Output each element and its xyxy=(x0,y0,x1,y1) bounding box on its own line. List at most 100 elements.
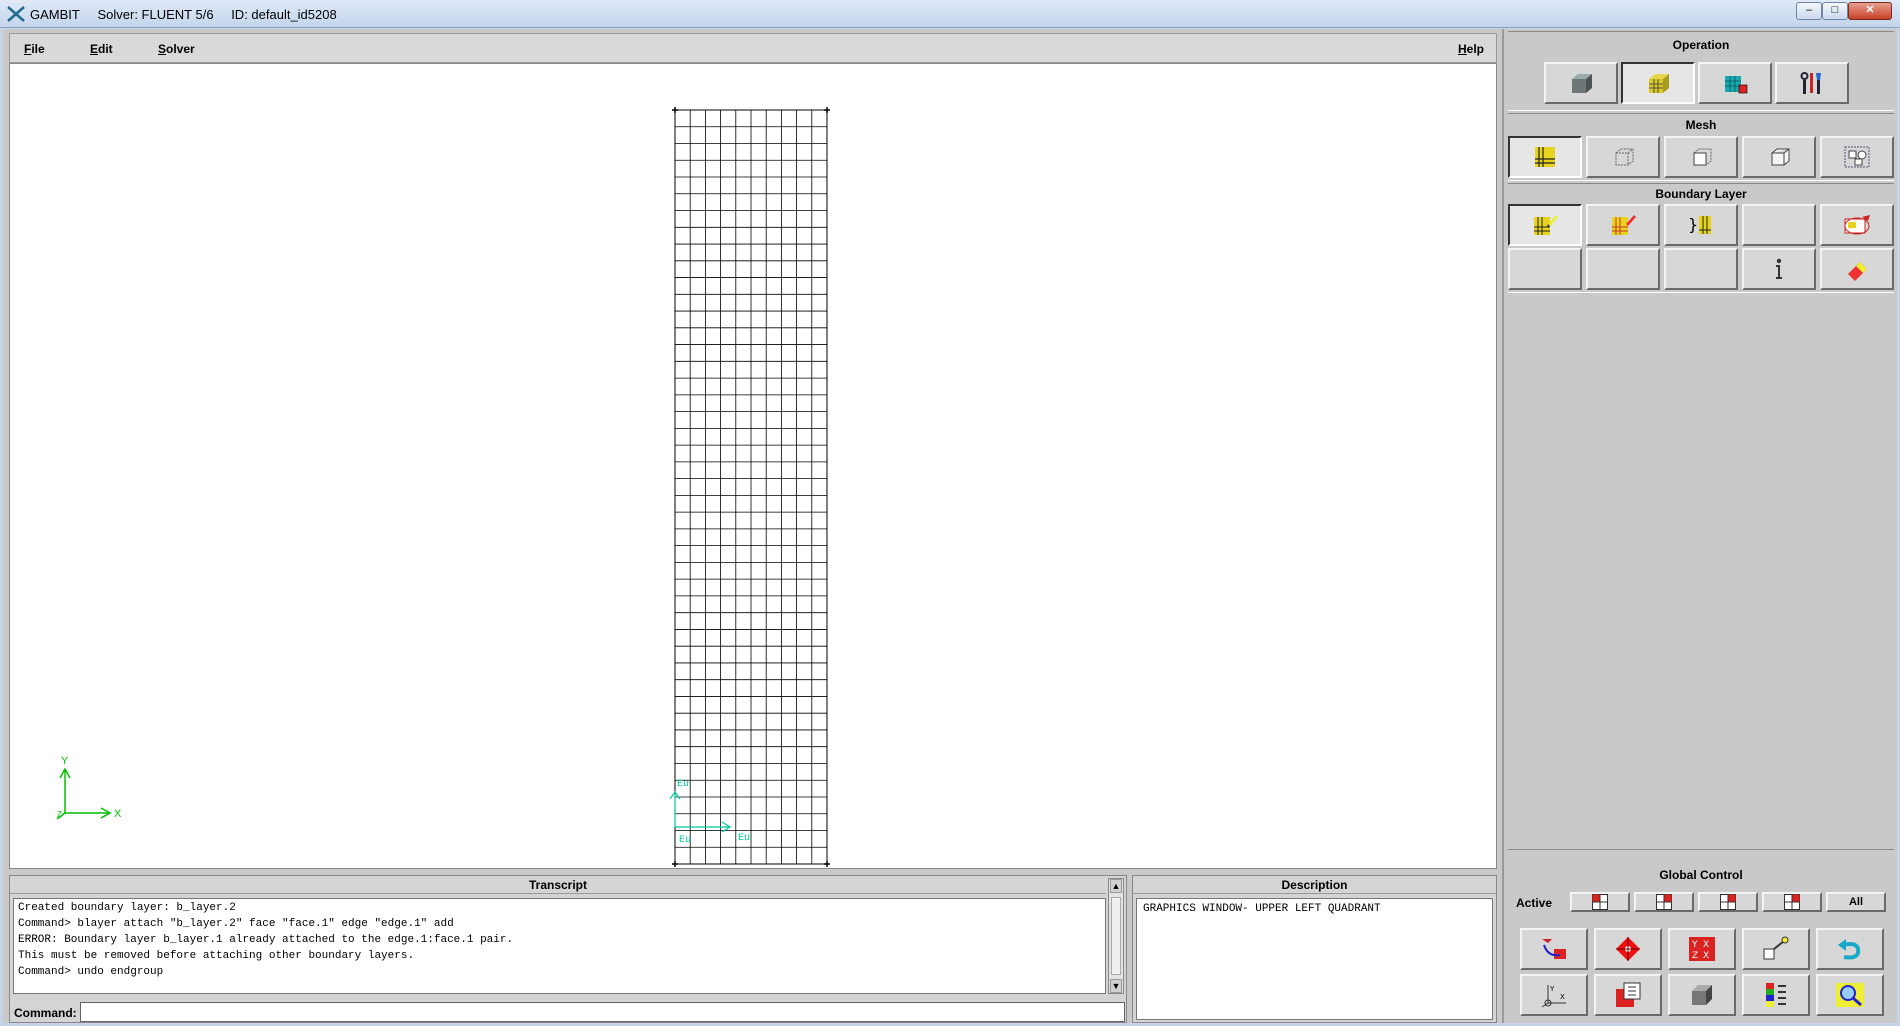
modify-boundary-layer-icon xyxy=(1612,215,1636,235)
upper-right-quadrant-icon xyxy=(1656,894,1672,910)
link-boundary-layer-icon: } xyxy=(1688,215,1711,234)
command-input[interactable] xyxy=(80,1002,1125,1022)
scroll-down-icon[interactable]: ▼ xyxy=(1110,979,1122,993)
fit-to-window-button[interactable] xyxy=(1520,928,1588,970)
specify-display-button[interactable]: YX xyxy=(1520,974,1588,1016)
render-model-icon xyxy=(1616,982,1641,1007)
menu-solver[interactable]: Solver xyxy=(158,42,195,56)
color-legend-button[interactable] xyxy=(1742,974,1810,1016)
scroll-thumb[interactable] xyxy=(1111,897,1121,975)
link-boundary-layer-button[interactable]: } xyxy=(1664,204,1738,246)
transcript-line: Command> undo endgroup xyxy=(18,966,164,978)
render-model-button[interactable] xyxy=(1594,974,1662,1016)
mesh-group-button[interactable] xyxy=(1820,136,1894,178)
volume-icon xyxy=(1771,148,1790,166)
quadrant-upper-right-button[interactable] xyxy=(1634,892,1694,912)
geometry-button[interactable] xyxy=(1544,62,1618,104)
minimize-button[interactable]: – xyxy=(1796,2,1822,20)
gambit-main-window: File Edit Solver Help Eu Eu Eu Y X Z Tra… xyxy=(3,29,1897,1023)
boundary-layer-section: Boundary Layer } xyxy=(1508,183,1894,293)
mesh-face-button[interactable] xyxy=(1664,136,1738,178)
axis-y-label: Y xyxy=(61,755,69,767)
axis-triad xyxy=(56,767,112,820)
orient-model-icon: Y XZ X xyxy=(1689,937,1715,961)
bl-label-3: Eu xyxy=(738,833,750,844)
select-pivot-icon xyxy=(1616,937,1640,961)
mesh-volume-button[interactable] xyxy=(1742,136,1816,178)
quadrant-lower-left-button[interactable] xyxy=(1698,892,1758,912)
axis-x-label: X xyxy=(114,808,122,820)
transcript-text: Created boundary layer: b_layer.2 Command… xyxy=(13,898,1106,994)
modify-boundary-layer-button[interactable] xyxy=(1586,204,1660,246)
delete-boundary-layer-button[interactable] xyxy=(1820,248,1894,290)
lower-left-quadrant-icon xyxy=(1720,894,1736,910)
svg-text:}: } xyxy=(1688,215,1698,234)
blank-button[interactable] xyxy=(1664,248,1738,290)
boundary-layer-markers xyxy=(669,790,732,833)
blank-button[interactable] xyxy=(1742,204,1816,246)
mesh-button[interactable] xyxy=(1621,62,1695,104)
quadrant-all-button[interactable]: All xyxy=(1826,892,1886,912)
active-label: Active xyxy=(1516,896,1553,910)
mesh-edge-button[interactable] xyxy=(1586,136,1660,178)
zoom-button[interactable] xyxy=(1816,974,1884,1016)
transcript-line: Command> blayer attach "b_layer.2" face … xyxy=(18,918,454,930)
menu-help[interactable]: Help xyxy=(1458,42,1484,56)
maximize-button[interactable]: □ xyxy=(1822,2,1848,20)
modify-lights-button[interactable] xyxy=(1742,928,1810,970)
window-title-bar: GAMBIT Solver: FLUENT 5/6 ID: default_id… xyxy=(0,0,1900,28)
geometry-icon xyxy=(1572,74,1592,93)
vertex-marker xyxy=(824,107,830,113)
shade-button[interactable] xyxy=(1668,974,1736,1016)
bl-label-2: Eu xyxy=(679,835,691,846)
color-legend-icon xyxy=(1766,983,1786,1007)
session-id: ID: default_id5208 xyxy=(231,7,337,22)
summarize-icon xyxy=(1844,215,1870,235)
menu-file[interactable]: File xyxy=(24,42,45,56)
graphics-window[interactable]: Eu Eu Eu Y X Z xyxy=(9,63,1497,869)
info-icon xyxy=(1776,258,1782,279)
transcript-scrollbar[interactable]: ▲ ▼ xyxy=(1108,878,1124,994)
create-boundary-layer-button[interactable] xyxy=(1508,204,1582,246)
zones-button[interactable] xyxy=(1698,62,1772,104)
undo-view-button[interactable] xyxy=(1816,928,1884,970)
vertex-marker xyxy=(672,861,678,867)
modify-lights-icon xyxy=(1763,936,1789,960)
transcript-title: Transcript xyxy=(10,876,1106,894)
svg-text:Y: Y xyxy=(1691,940,1698,950)
svg-text:X: X xyxy=(1703,940,1709,950)
select-pivot-button[interactable] xyxy=(1594,928,1662,970)
tools-button[interactable] xyxy=(1775,62,1849,104)
specify-display-icon: YX xyxy=(1541,985,1566,1008)
tools-icon xyxy=(1800,72,1821,94)
create-boundary-layer-icon xyxy=(1534,215,1558,235)
mesh-grid xyxy=(672,107,830,867)
app-name: GAMBIT xyxy=(30,7,80,22)
fit-to-window-icon xyxy=(1542,939,1566,959)
menu-edit[interactable]: Edit xyxy=(90,42,113,56)
description-text: GRAPHICS WINDOW- UPPER LEFT QUADRANT xyxy=(1136,898,1493,1020)
blank-button[interactable] xyxy=(1586,248,1660,290)
description-title: Description xyxy=(1133,876,1496,894)
info-boundary-layer-button[interactable] xyxy=(1742,248,1816,290)
zoom-icon xyxy=(1836,983,1864,1007)
quadrant-lower-right-button[interactable] xyxy=(1762,892,1822,912)
mesh-section: Mesh xyxy=(1508,113,1894,181)
close-button[interactable]: ✕ xyxy=(1848,2,1892,20)
summarize-boundary-layer-button[interactable] xyxy=(1820,204,1894,246)
mesh-boundary-layer-button[interactable] xyxy=(1508,136,1582,178)
gambit-logo-icon xyxy=(7,6,25,22)
undo-icon xyxy=(1838,939,1861,960)
blank-button[interactable] xyxy=(1508,248,1582,290)
bl-label-1: Eu xyxy=(677,779,689,790)
quadrant-upper-left-button[interactable] xyxy=(1570,892,1630,912)
axis-z-label: Z xyxy=(57,810,62,819)
global-control-title: Global Control xyxy=(1659,868,1743,882)
orient-model-button[interactable]: YXZX xyxy=(1668,928,1736,970)
vertex-marker xyxy=(824,861,830,867)
solver-label: Solver: FLUENT 5/6 xyxy=(97,7,214,22)
control-panel: Operation Mesh Boundary Layer} Global C… xyxy=(1502,29,1897,1023)
scroll-up-icon[interactable]: ▲ xyxy=(1110,879,1122,893)
zones-icon xyxy=(1725,76,1748,94)
operation-title: Operation xyxy=(1672,38,1730,52)
